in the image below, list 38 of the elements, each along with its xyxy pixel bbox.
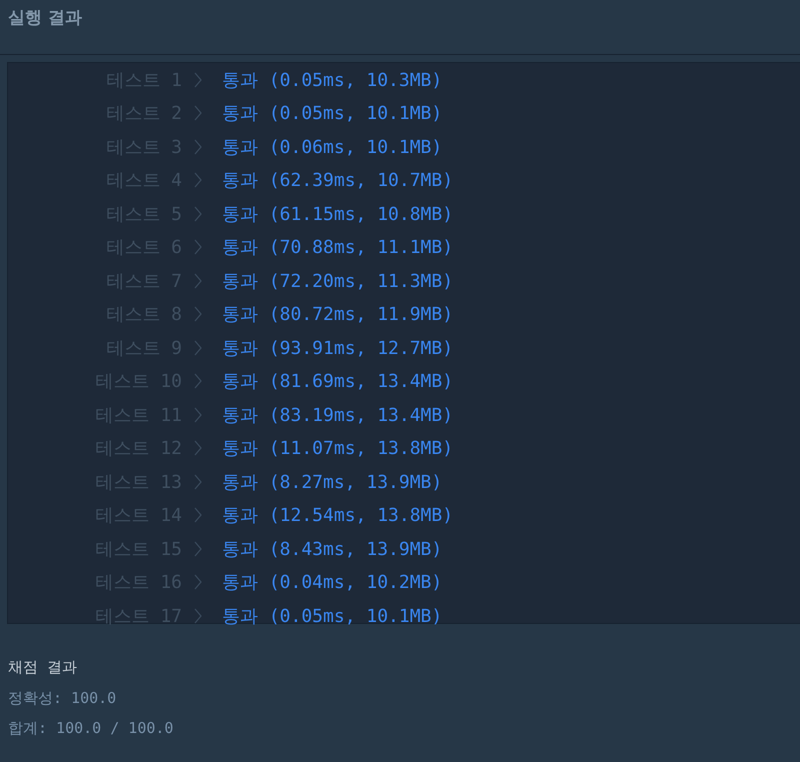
chevron-icon — [194, 172, 202, 188]
score-text: 정확성: 100.0 — [8, 689, 118, 708]
test-result: 통과 (0.04ms, 10.2MB) — [222, 571, 442, 594]
test-result: 통과 (62.39ms, 10.7MB) — [222, 169, 454, 192]
chevron-icon — [194, 272, 202, 289]
section-title: 실행 결과 — [8, 7, 82, 29]
test-result: 통과 (0.05ms, 10.1MB) — [222, 604, 442, 628]
chevron-icon — [194, 507, 202, 524]
score-text: 합계: 100.0 / 100.0 — [8, 719, 174, 738]
chevron-icon — [194, 306, 202, 322]
chevron-icon — [194, 406, 202, 423]
grading-title: 채점 결과 — [8, 658, 78, 677]
test-result: 통과 (12.54ms, 13.8MB) — [222, 504, 454, 528]
chevron-icon — [194, 373, 202, 390]
chevron-icon — [194, 540, 202, 557]
chevron-icon — [194, 206, 202, 222]
test-result: 통과 (80.72ms, 11.9MB) — [222, 303, 454, 326]
chevron-icon — [194, 608, 202, 624]
chevron-icon — [194, 138, 202, 155]
test-result: 통과 (83.19ms, 13.4MB) — [222, 404, 454, 427]
test-result: 통과 (81.69ms, 13.4MB) — [222, 370, 454, 394]
test-result: 통과 (0.06ms, 10.1MB) — [222, 136, 442, 159]
test-result: 통과 (61.15ms, 10.8MB) — [222, 202, 454, 226]
test-result: 통과 (72.20ms, 11.3MB) — [222, 270, 454, 293]
chevron-icon — [194, 239, 202, 256]
test-result: 통과 (11.07ms, 13.8MB) — [222, 437, 454, 460]
test-result: 통과 (0.05ms, 10.1MB) — [222, 102, 442, 126]
chevron-icon — [194, 72, 202, 88]
test-result: 통과 (0.05ms, 10.3MB) — [222, 68, 442, 92]
chevron-icon — [194, 574, 202, 590]
chevron-icon — [194, 440, 202, 456]
chevron-icon — [194, 105, 202, 122]
test-result: 통과 (93.91ms, 12.7MB) — [222, 336, 454, 360]
chevron-icon — [194, 340, 202, 356]
test-result: 통과 (8.43ms, 13.9MB) — [222, 538, 442, 561]
test-result: 통과 (8.27ms, 13.9MB) — [222, 470, 442, 494]
test-result: 통과 (70.88ms, 11.1MB) — [222, 236, 454, 260]
chevron-icon — [194, 474, 202, 490]
